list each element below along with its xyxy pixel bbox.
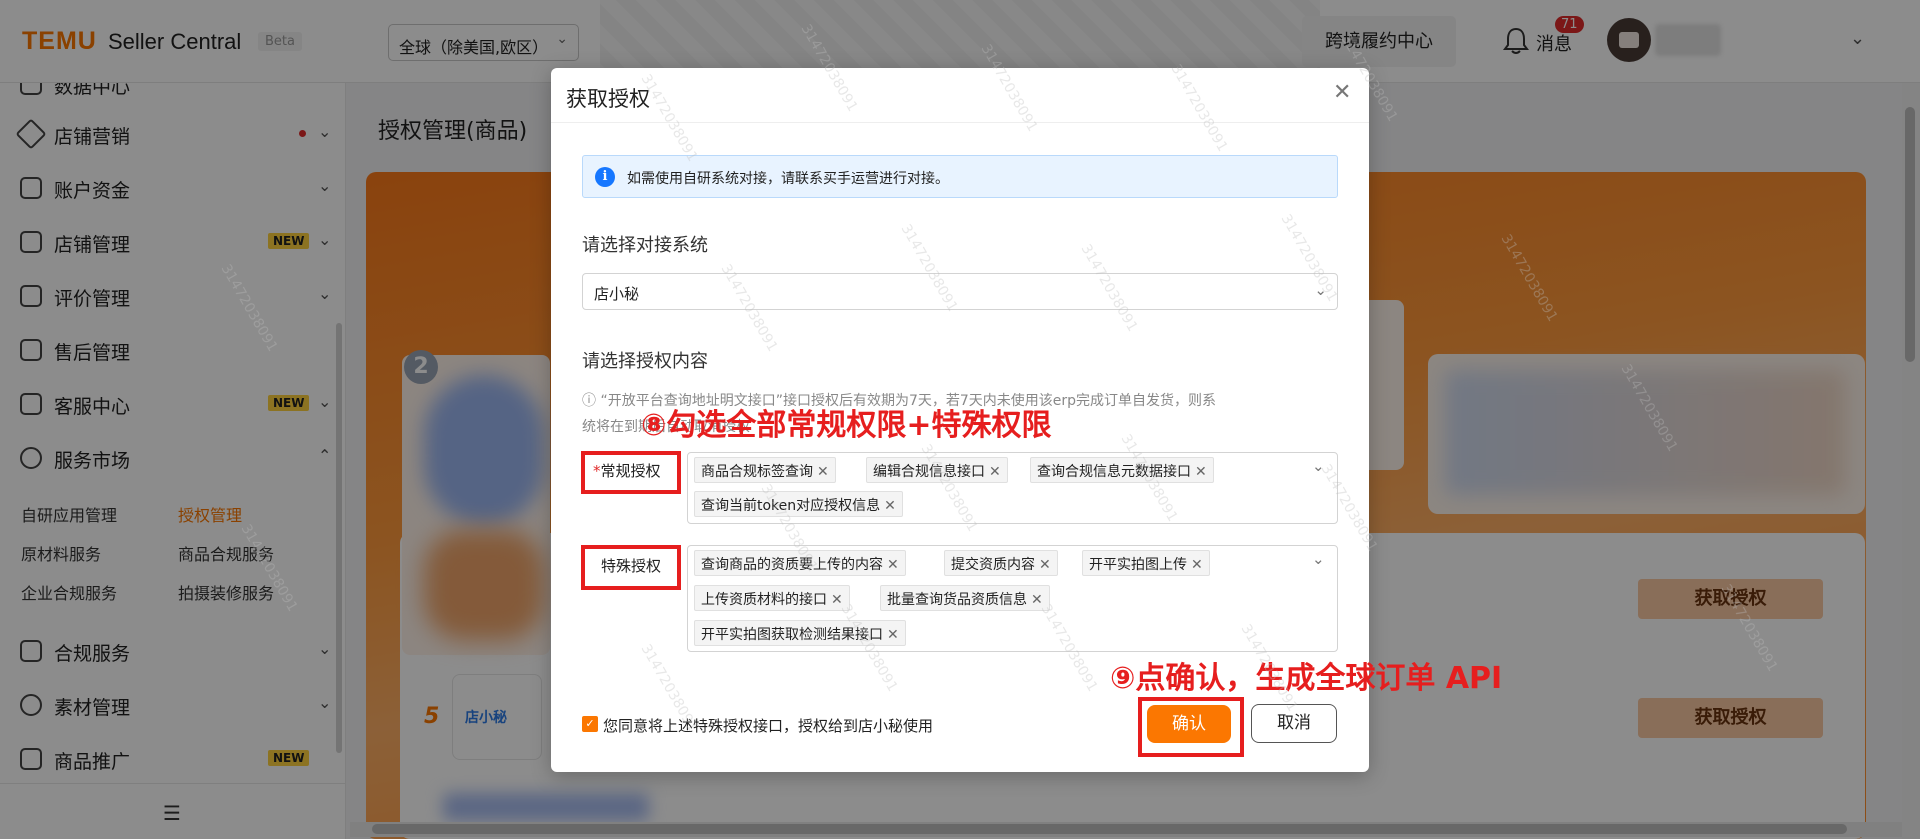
- system-field-label: 请选择对接系统: [582, 235, 708, 256]
- tag-item: 查询当前token对应授权信息 ✕: [694, 491, 903, 517]
- tag-label: 批量查询货品资质信息: [887, 592, 1027, 608]
- tag-item: 开平实拍图上传 ✕: [1082, 550, 1210, 576]
- close-icon[interactable]: ✕: [817, 464, 829, 480]
- close-icon[interactable]: ✕: [1191, 557, 1203, 573]
- annotation-step-8: ⑧勾选全部常规权限+特殊权限: [641, 408, 1052, 443]
- close-icon[interactable]: ✕: [884, 498, 896, 514]
- tag-label: 查询合规信息元数据接口: [1037, 464, 1191, 480]
- agree-checkbox[interactable]: ✓: [582, 716, 598, 732]
- info-icon: i: [595, 167, 615, 187]
- tag-label: 开平实拍图上传: [1089, 557, 1187, 573]
- system-select[interactable]: 店小秘 ⌄: [582, 273, 1338, 310]
- annotation-box-special: [581, 545, 681, 590]
- close-icon[interactable]: ✕: [1333, 80, 1351, 105]
- content-field-label: 请选择授权内容: [582, 351, 708, 372]
- tag-item: 批量查询货品资质信息 ✕: [880, 585, 1050, 611]
- close-icon[interactable]: ✕: [831, 592, 843, 608]
- chevron-down-icon: ⌄: [1312, 550, 1325, 568]
- tag-label: 查询当前token对应授权信息: [701, 498, 881, 514]
- close-icon[interactable]: ✕: [1195, 464, 1207, 480]
- tag-item: 上传资质材料的接口 ✕: [694, 585, 850, 611]
- system-select-value: 店小秘: [594, 285, 640, 303]
- close-icon[interactable]: ✕: [887, 557, 899, 573]
- info-alert: i 如需使用自研系统对接，请联系买手运营进行对接。: [582, 155, 1338, 198]
- annotation-box-regular: [581, 451, 681, 494]
- tag-label: 提交资质内容: [951, 557, 1035, 573]
- tag-item: 商品合规标签查询 ✕: [694, 457, 836, 483]
- close-icon[interactable]: ✕: [1039, 557, 1051, 573]
- close-icon[interactable]: ✕: [887, 627, 899, 643]
- annotation-step-9: ⑨点确认，生成全球订单 API: [1110, 661, 1503, 696]
- dialog-title: 获取授权: [566, 87, 650, 111]
- tag-label: 商品合规标签查询: [701, 464, 813, 480]
- tag-item: 查询合规信息元数据接口 ✕: [1030, 457, 1214, 483]
- tag-item: 提交资质内容 ✕: [944, 550, 1058, 576]
- close-icon[interactable]: ✕: [989, 464, 1001, 480]
- tag-label: 上传资质材料的接口: [701, 592, 827, 608]
- tag-label: 查询商品的资质要上传的内容: [701, 557, 883, 573]
- info-alert-text: 如需使用自研系统对接，请联系买手运营进行对接。: [627, 171, 949, 187]
- agree-text: 您同意将上述特殊授权接口，授权给到店小秘使用: [603, 717, 934, 735]
- close-icon[interactable]: ✕: [1031, 592, 1043, 608]
- annotation-box-confirm: [1138, 697, 1244, 757]
